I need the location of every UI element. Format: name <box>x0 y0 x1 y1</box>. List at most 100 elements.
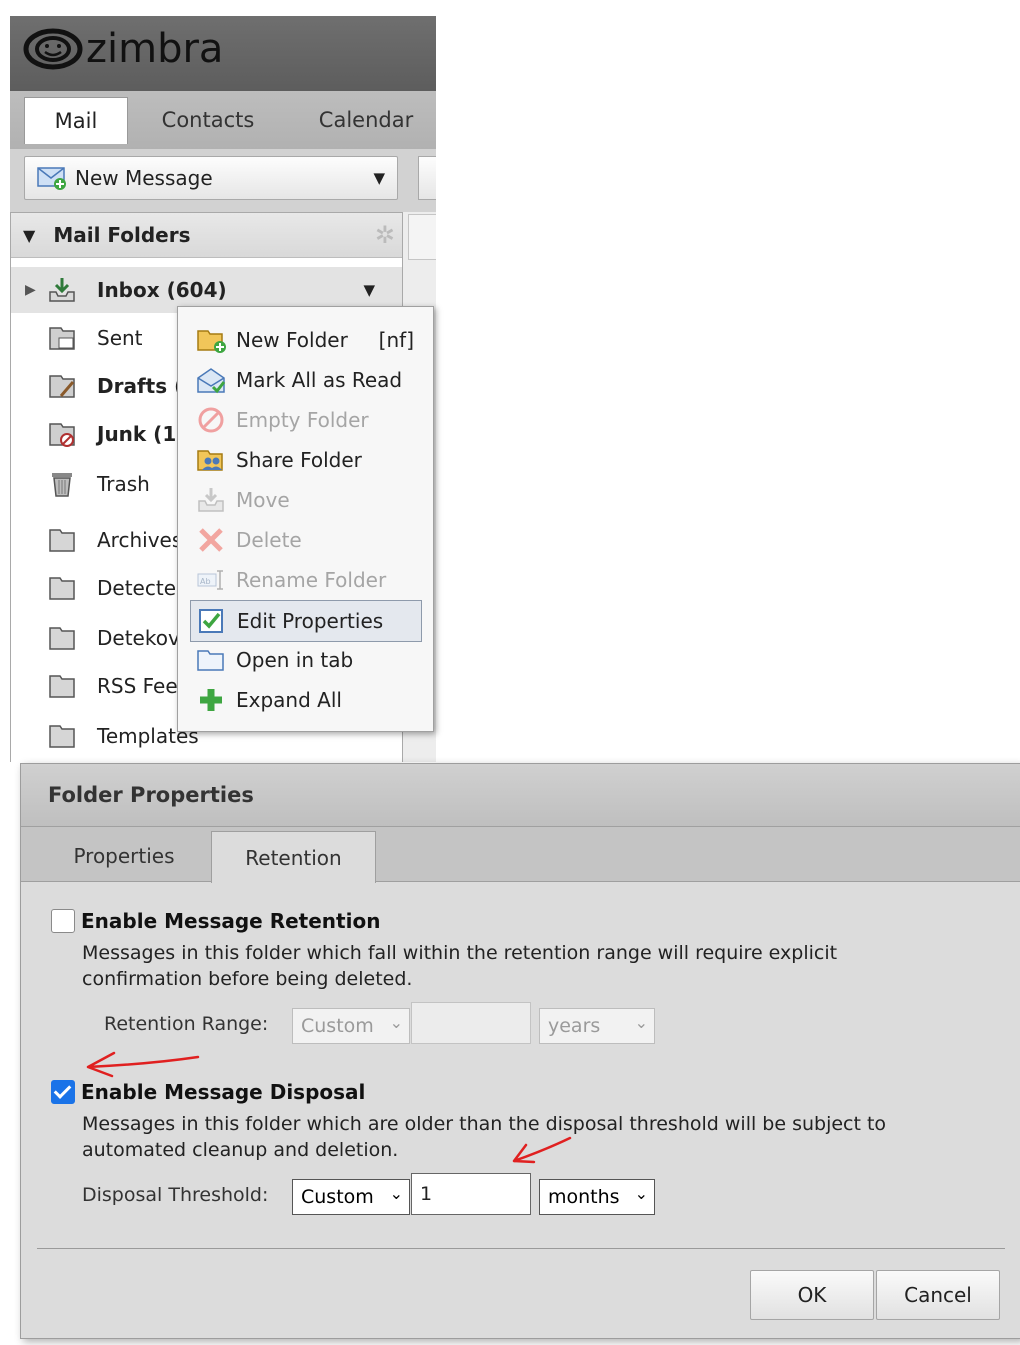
folder-icon <box>49 529 75 552</box>
menu-label: Share Folder <box>236 448 362 472</box>
toolbar-button-partial[interactable] <box>418 156 436 200</box>
share-folder-icon <box>197 450 223 471</box>
delete-icon <box>199 528 223 552</box>
select-value: Custom <box>301 1186 374 1208</box>
menu-label: Empty Folder <box>236 408 369 432</box>
collapse-triangle-icon[interactable]: ▼ <box>23 226 35 245</box>
dialog-title: Folder Properties <box>48 783 254 807</box>
folder-icon <box>49 675 75 698</box>
edit-properties-icon <box>199 609 223 633</box>
folder-properties-dialog: Folder Properties Properties Retention E… <box>20 763 1020 1339</box>
folder-label: Detekov <box>97 626 180 650</box>
disposal-title: Enable Message Disposal <box>81 1080 366 1104</box>
menu-move[interactable]: Move <box>190 480 420 520</box>
menu-rename-folder[interactable]: Ab Rename Folder <box>190 560 420 600</box>
folder-label: Junk (1) <box>97 422 186 446</box>
empty-folder-icon <box>198 407 224 433</box>
disposal-unit-select[interactable]: months ⌄ <box>539 1179 655 1215</box>
menu-delete[interactable]: Delete <box>190 520 420 560</box>
sent-icon <box>49 327 75 350</box>
chevron-down-icon: ⌄ <box>634 1184 648 1203</box>
new-folder-icon <box>197 330 226 353</box>
mark-read-icon <box>197 368 226 394</box>
retention-type-select[interactable]: Custom ⌄ <box>292 1008 410 1044</box>
menu-shortcut: [nf] <box>378 328 414 352</box>
new-message-icon <box>37 166 67 190</box>
expand-all-icon <box>200 689 222 711</box>
retention-range-label: Retention Range: <box>104 1013 269 1035</box>
select-value: years <box>548 1015 601 1037</box>
menu-label: Move <box>236 488 290 512</box>
input-value: 1 <box>420 1183 433 1205</box>
disposal-description-line1: Messages in this folder which are older … <box>82 1113 887 1135</box>
menu-label: Mark All as Read <box>236 368 403 392</box>
folder-icon <box>49 725 75 748</box>
menu-expand-all[interactable]: Expand All <box>190 680 420 720</box>
cancel-button[interactable]: Cancel <box>876 1270 1000 1320</box>
ok-button[interactable]: OK <box>750 1270 874 1320</box>
enable-retention-checkbox[interactable] <box>51 909 75 933</box>
select-value: Custom <box>301 1015 374 1037</box>
menu-open-in-tab[interactable]: Open in tab <box>190 640 420 680</box>
mail-folders-header[interactable]: ▼ Mail Folders ✲ <box>11 213 403 258</box>
dialog-tabs: Properties Retention <box>21 827 1020 883</box>
menu-mark-all-read[interactable]: Mark All as Read <box>190 360 420 400</box>
disposal-amount-input[interactable]: 1 <box>411 1173 531 1215</box>
menu-share-folder[interactable]: Share Folder <box>190 440 420 480</box>
chevron-down-icon: ⌄ <box>634 1013 648 1032</box>
folder-label: Detecte <box>97 576 176 600</box>
svg-text:Ab: Ab <box>200 577 211 586</box>
retention-amount-input[interactable] <box>411 1002 531 1044</box>
open-tab-icon <box>197 650 224 671</box>
menu-edit-properties[interactable]: Edit Properties <box>190 600 422 642</box>
drafts-icon <box>49 375 75 398</box>
folder-label: Trash <box>97 472 150 496</box>
move-icon <box>198 488 224 512</box>
menu-empty-folder[interactable]: Empty Folder <box>190 400 420 440</box>
disposal-type-select[interactable]: Custom ⌄ <box>292 1179 410 1215</box>
menu-label: Rename Folder <box>236 568 387 592</box>
logo-text: zimbra <box>86 26 224 72</box>
new-message-button[interactable]: New Message ▼ <box>24 156 398 200</box>
chevron-down-icon: ⌄ <box>389 1184 403 1203</box>
retention-description-line1: Messages in this folder which fall withi… <box>82 942 838 964</box>
gear-icon[interactable]: ✲ <box>375 221 395 249</box>
menu-label: Expand All <box>236 688 342 712</box>
chevron-down-icon: ⌄ <box>389 1013 403 1032</box>
folder-label: Sent <box>97 326 143 350</box>
menu-label: Edit Properties <box>237 609 384 633</box>
disposal-description-line2: automated cleanup and deletion. <box>82 1139 399 1161</box>
tab-retention[interactable]: Retention <box>211 831 376 883</box>
dialog-separator <box>37 1248 1005 1249</box>
mail-folders-title: Mail Folders <box>53 223 191 247</box>
junk-icon <box>49 423 75 447</box>
menu-label: Open in tab <box>236 648 354 672</box>
folder-icon <box>49 577 75 600</box>
disposal-threshold-label: Disposal Threshold: <box>82 1184 269 1206</box>
retention-unit-select[interactable]: years ⌄ <box>539 1008 655 1044</box>
zimbra-logo-icon <box>23 28 83 70</box>
new-message-dropdown-icon[interactable]: ▼ <box>373 169 385 187</box>
select-value: months <box>548 1186 620 1208</box>
menu-label: New Folder <box>236 328 348 352</box>
tab-mail[interactable]: Mail <box>24 97 128 144</box>
folder-label: Inbox (604) <box>97 278 227 302</box>
retention-title: Enable Message Retention <box>81 909 381 933</box>
folder-label: Archives <box>97 528 183 552</box>
tab-properties[interactable]: Properties <box>47 831 201 881</box>
trash-icon <box>52 473 72 497</box>
folder-dropdown-icon[interactable]: ▼ <box>363 281 375 299</box>
menu-new-folder[interactable]: New Folder [nf] <box>190 320 420 360</box>
enable-disposal-checkbox[interactable] <box>51 1080 75 1104</box>
folder-icon <box>49 627 75 650</box>
tab-contacts[interactable]: Contacts <box>148 97 268 143</box>
rename-icon: Ab <box>197 570 223 590</box>
folder-label: RSS Fee <box>97 674 178 698</box>
dialog-title-bar[interactable]: Folder Properties <box>21 764 1020 827</box>
new-message-label: New Message <box>75 166 213 190</box>
sort-header-partial[interactable] <box>408 214 436 260</box>
expand-arrow-icon[interactable]: ▶ <box>25 282 36 298</box>
tab-calendar[interactable]: Calendar <box>306 97 426 143</box>
retention-description-line2: confirmation before being deleted. <box>82 968 413 990</box>
inbox-icon <box>49 278 75 302</box>
